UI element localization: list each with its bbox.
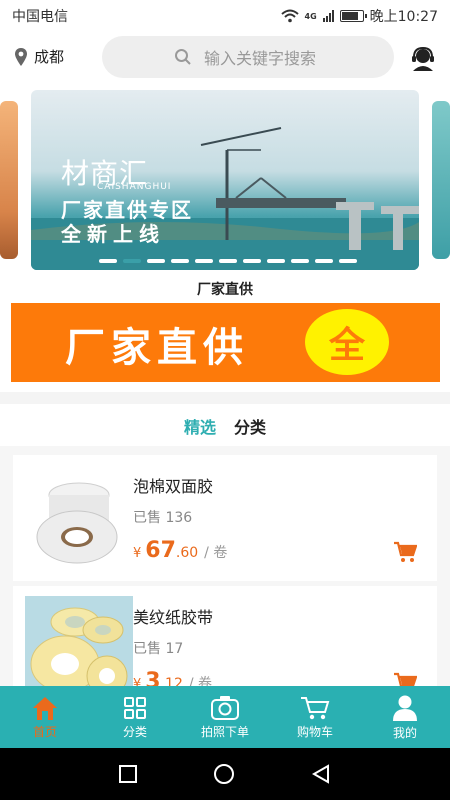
carousel-dot[interactable]: [315, 259, 333, 263]
system-navigation-bar: [0, 748, 450, 800]
product-sold-count: 已售 136: [133, 510, 193, 526]
carousel-dot[interactable]: [291, 259, 309, 263]
nav-cart-label: 购物车: [296, 724, 333, 739]
promo-banner[interactable]: 厂家直供 全: [11, 303, 440, 382]
product-price: ¥ 67 .60 / 卷: [133, 538, 227, 563]
banner-logo-subtitle: CAISHANGHUI: [97, 182, 172, 192]
foam-tape-image: [36, 482, 118, 564]
clock: 晚上10:27: [369, 9, 438, 25]
cart-icon: [301, 696, 330, 719]
status-bar: 中国电信 4G 晚上10:27: [0, 0, 450, 32]
carousel-dot[interactable]: [339, 259, 357, 263]
camera-icon: [211, 695, 239, 720]
banner-prev-peek[interactable]: [0, 101, 18, 259]
nav-category-label: 分类: [122, 724, 147, 739]
tab-category[interactable]: 分类: [234, 414, 266, 438]
search-icon: [175, 49, 191, 65]
network-type: 4G: [304, 11, 317, 21]
section-title: 厂家直供: [197, 282, 253, 298]
product-card[interactable]: 泡棉双面胶 已售 136 ¥ 67 .60 / 卷: [13, 455, 437, 581]
nav-cart[interactable]: 购物车: [270, 686, 360, 748]
nav-category[interactable]: 分类: [90, 686, 180, 748]
back-icon[interactable]: [311, 764, 331, 784]
promo-badge: 全: [305, 309, 389, 375]
grid-icon: [124, 696, 146, 719]
nav-profile-label: 我的: [392, 725, 417, 740]
nav-home[interactable]: 首页: [0, 686, 90, 748]
carousel-indicators: [99, 259, 357, 263]
price-decimal: .60: [175, 545, 199, 561]
carousel-dot[interactable]: [195, 259, 213, 263]
price-unit: / 卷: [204, 545, 228, 561]
recent-apps-icon[interactable]: [119, 765, 137, 783]
nav-photo-order[interactable]: 拍照下单: [180, 686, 270, 748]
section-divider: [0, 392, 450, 404]
carousel-dot[interactable]: [219, 259, 237, 263]
battery-level: [341, 12, 358, 20]
nav-home-label: 首页: [32, 724, 57, 739]
add-to-cart-icon[interactable]: [393, 541, 417, 563]
carousel-dot[interactable]: [123, 259, 141, 263]
customer-service-icon[interactable]: [410, 45, 436, 71]
location-selector[interactable]: 成都: [14, 46, 64, 67]
promo-text: 厂家直供: [65, 325, 249, 371]
product-sold-count: 已售 17: [133, 641, 184, 657]
nav-photo-order-label: 拍照下单: [200, 724, 249, 739]
product-name: 美纹纸胶带: [133, 608, 214, 627]
battery-icon: [339, 10, 367, 22]
nav-profile[interactable]: 我的: [360, 686, 450, 748]
search-input[interactable]: 输入关键字搜索: [102, 36, 394, 78]
home-icon: [33, 696, 57, 720]
tab-featured[interactable]: 精选: [184, 414, 216, 438]
bottom-navigation: 首页 分类 拍照下单 购物车 我的: [0, 686, 450, 748]
home-circle-icon[interactable]: [213, 763, 235, 785]
product-name: 泡棉双面胶: [133, 477, 214, 496]
carousel-dot[interactable]: [147, 259, 165, 263]
banner-next-peek[interactable]: [432, 101, 450, 259]
app-screen: 中国电信 4G 晚上10:27 成都 输入关键字搜索 材商汇 CAISHANGH…: [0, 0, 450, 800]
currency-symbol: ¥: [133, 546, 142, 561]
location-pin-icon: [15, 47, 27, 66]
wifi-icon: [280, 9, 299, 23]
carousel-dot[interactable]: [243, 259, 261, 263]
status-indicators: 4G 晚上10:27: [280, 6, 438, 26]
banner-subheadline: 全新上线: [61, 222, 165, 246]
user-icon: [393, 695, 417, 721]
banner-carousel[interactable]: 材商汇 CAISHANGHUI 厂家直供专区 全新上线: [31, 90, 419, 270]
carousel-dot[interactable]: [171, 259, 189, 263]
location-label: 成都: [34, 48, 65, 66]
top-header: 成都 输入关键字搜索: [0, 34, 450, 82]
carrier-label: 中国电信: [12, 9, 68, 25]
price-integer: 67: [145, 538, 176, 563]
product-tabs: 精选 分类: [0, 414, 450, 438]
carousel-dot[interactable]: [267, 259, 285, 263]
carousel-dot[interactable]: [99, 259, 117, 263]
signal-icon: [322, 10, 334, 22]
search-placeholder: 输入关键字搜索: [204, 49, 317, 68]
